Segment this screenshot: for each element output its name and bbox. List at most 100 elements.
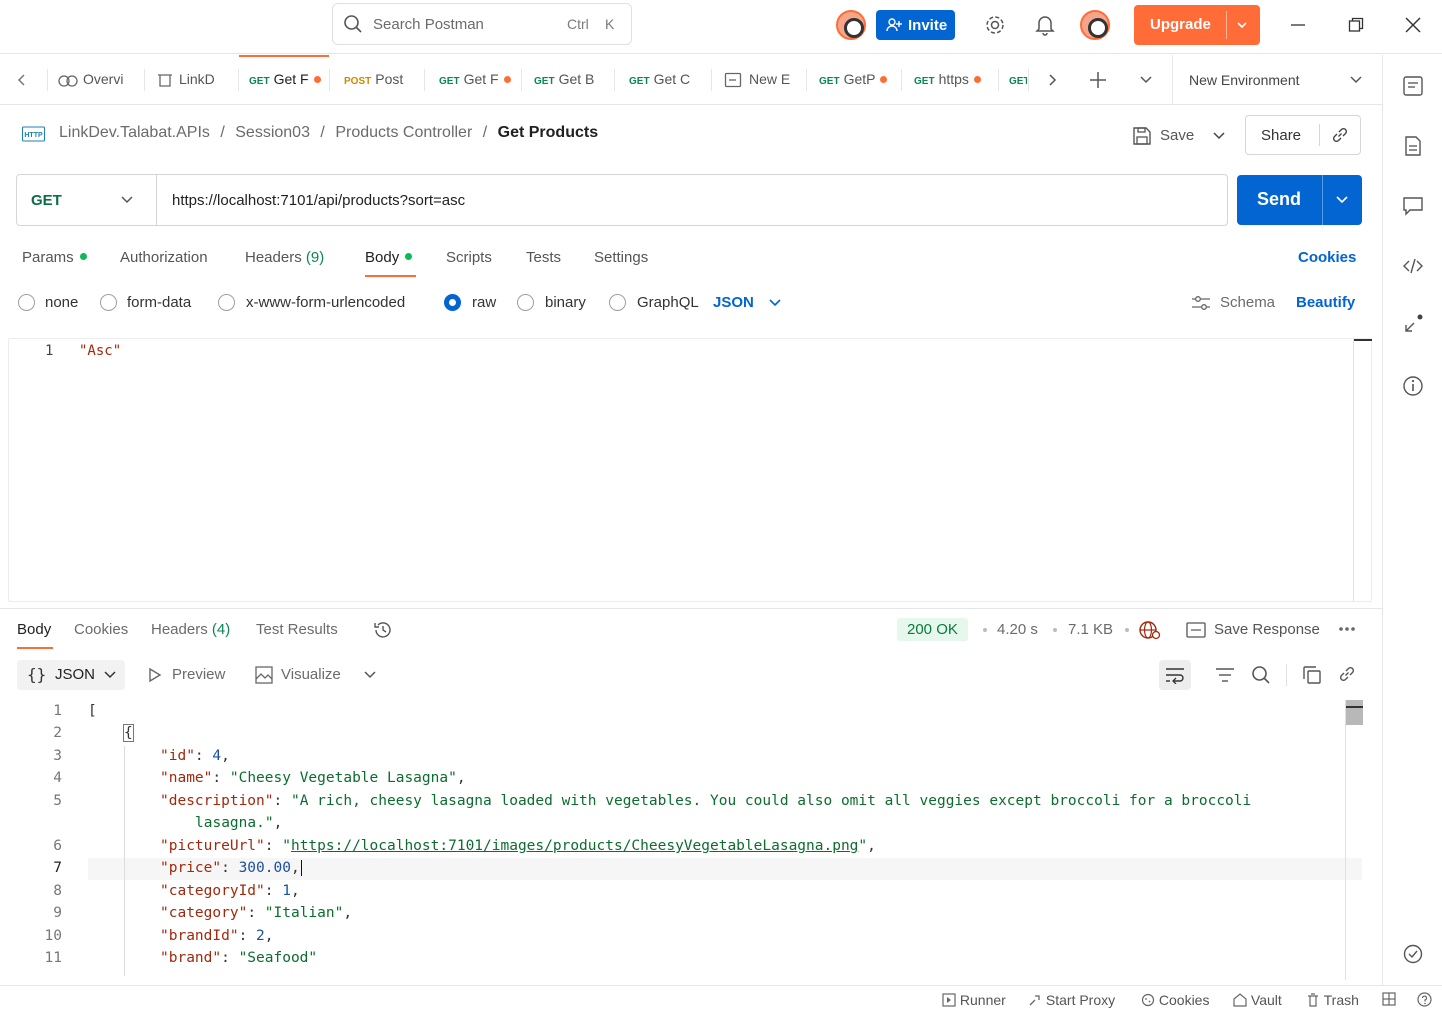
line-number: 8 xyxy=(53,883,62,899)
chevron-right-icon[interactable] xyxy=(1046,74,1058,86)
json-url-link[interactable]: https://localhost:7101/images/products/C… xyxy=(291,838,858,854)
tab-get-c[interactable]: GET Get C xyxy=(619,55,711,105)
shortcut-key: K xyxy=(605,16,615,32)
send-options-chevron-icon[interactable] xyxy=(1335,194,1349,206)
helper-icon[interactable] xyxy=(1402,943,1424,965)
document-icon[interactable] xyxy=(1402,135,1424,157)
tab-body[interactable]: Body xyxy=(365,249,413,266)
breadcrumb-item[interactable]: Products Controller xyxy=(335,124,472,141)
code-line: "brandId": 2, xyxy=(160,928,274,944)
radio-urlencoded[interactable] xyxy=(218,294,235,311)
share-button[interactable]: Share xyxy=(1261,127,1301,144)
invite-button[interactable]: Invite xyxy=(876,10,955,40)
restore-icon[interactable] xyxy=(1348,17,1364,33)
http-badge-icon: HTTP xyxy=(22,126,46,144)
schema-button[interactable]: Schema xyxy=(1220,294,1275,311)
tab-tests[interactable]: Tests xyxy=(526,249,561,266)
layout-grid-icon[interactable] xyxy=(1382,992,1396,1006)
cookies-link[interactable]: Cookies xyxy=(1298,249,1356,266)
runner-button[interactable]: Runner xyxy=(942,992,1006,1008)
environment-selector[interactable]: New Environment xyxy=(1173,55,1382,105)
tab-headers[interactable]: Headers (9) xyxy=(245,249,324,266)
send-button[interactable]: Send xyxy=(1237,175,1362,225)
wrap-lines-button[interactable] xyxy=(1159,660,1191,690)
method-selector[interactable]: GET xyxy=(17,175,157,225)
documentation-icon[interactable] xyxy=(1402,75,1424,97)
tab-get-f[interactable]: GET Get F xyxy=(429,55,521,105)
editor-scroll-thumb[interactable] xyxy=(1354,339,1372,341)
response-size[interactable]: 7.1 KB xyxy=(1068,621,1113,638)
response-tab-test-results[interactable]: Test Results xyxy=(256,621,338,638)
tab-params[interactable]: Params xyxy=(22,249,87,266)
upgrade-button[interactable]: Upgrade xyxy=(1134,5,1260,45)
save-button[interactable]: Save xyxy=(1130,120,1204,152)
tab-new-environment[interactable]: New E xyxy=(714,55,806,105)
tab-post[interactable]: POST Post xyxy=(334,55,424,105)
code-icon[interactable] xyxy=(1402,255,1424,277)
tab-https[interactable]: GET https xyxy=(904,55,998,105)
vault-button[interactable]: Vault xyxy=(1233,992,1282,1008)
tab-get-products[interactable]: GET Get F xyxy=(239,55,329,105)
trash-button[interactable]: Trash xyxy=(1306,992,1359,1008)
breadcrumb-item[interactable]: LinkDev.Talabat.APIs xyxy=(59,124,210,141)
chevron-down-icon[interactable] xyxy=(363,669,377,681)
editor-scrollbar[interactable] xyxy=(1353,339,1354,601)
radio-none[interactable] xyxy=(18,294,35,311)
link-icon[interactable] xyxy=(1331,126,1349,144)
help-icon[interactable] xyxy=(1417,992,1432,1007)
tab-authorization[interactable]: Authorization xyxy=(120,249,208,266)
request-body-editor[interactable]: 1 "Asc" xyxy=(8,338,1372,602)
view-mode-select[interactable]: {} JSON xyxy=(17,660,125,690)
response-body-viewer[interactable]: 1 2 3 4 5 6 7 8 9 10 11 [ { "id": 4, "na… xyxy=(0,700,1364,980)
visualize-button[interactable]: Visualize xyxy=(254,664,354,686)
response-tab-cookies[interactable]: Cookies xyxy=(74,621,128,638)
link-icon[interactable] xyxy=(1338,665,1356,683)
url-input[interactable]: https://localhost:7101/api/products?sort… xyxy=(172,192,465,209)
tab-collection[interactable]: LinkD xyxy=(145,55,238,105)
comments-icon[interactable] xyxy=(1402,195,1424,217)
tab-get-b[interactable]: GET Get B xyxy=(524,55,614,105)
related-collections-icon[interactable] xyxy=(1402,313,1424,335)
start-proxy-button[interactable]: Start Proxy xyxy=(1028,992,1115,1008)
gear-icon[interactable] xyxy=(984,14,1006,36)
tabs-dropdown-chevron-icon[interactable] xyxy=(1139,74,1153,86)
tab-get-truncated[interactable]: GET xyxy=(999,55,1027,105)
bell-icon[interactable] xyxy=(1035,14,1055,36)
breadcrumb-item[interactable]: Session03 xyxy=(235,124,310,141)
body-format-select[interactable]: JSON xyxy=(713,294,754,311)
tab-scripts[interactable]: Scripts xyxy=(446,249,492,266)
page-title[interactable]: Get Products xyxy=(498,124,598,141)
response-tab-headers[interactable]: Headers (4) xyxy=(151,621,230,638)
tab-getp[interactable]: GET GetP xyxy=(809,55,901,105)
response-scroll-thumb[interactable] xyxy=(1346,700,1363,725)
chevron-left-icon[interactable] xyxy=(16,74,28,86)
tab-settings[interactable]: Settings xyxy=(594,249,648,266)
search-box[interactable]: Search Postman Ctrl K xyxy=(332,3,632,45)
team-avatar-icon[interactable] xyxy=(836,10,866,40)
user-avatar[interactable] xyxy=(1080,10,1110,40)
close-icon[interactable] xyxy=(1405,17,1421,33)
preview-button[interactable]: Preview xyxy=(146,664,236,686)
radio-graphql[interactable] xyxy=(609,294,626,311)
radio-form-data[interactable] xyxy=(100,294,117,311)
save-response-button[interactable]: Save Response xyxy=(1184,618,1324,642)
copy-icon[interactable] xyxy=(1302,665,1322,685)
network-globe-icon[interactable] xyxy=(1139,620,1161,640)
radio-binary[interactable] xyxy=(517,294,534,311)
response-scrollbar[interactable] xyxy=(1345,700,1346,980)
response-tab-body[interactable]: Body xyxy=(17,621,51,638)
search-icon[interactable] xyxy=(1251,665,1271,685)
new-tab-plus-icon[interactable] xyxy=(1089,71,1107,89)
beautify-button[interactable]: Beautify xyxy=(1296,294,1355,311)
filter-icon[interactable] xyxy=(1215,666,1235,684)
response-time[interactable]: 4.20 s xyxy=(997,621,1038,638)
radio-raw[interactable] xyxy=(444,294,461,311)
cookies-button[interactable]: Cookies xyxy=(1141,992,1209,1008)
more-options-icon[interactable] xyxy=(1338,626,1356,632)
save-options-chevron-icon[interactable] xyxy=(1212,130,1226,142)
history-icon[interactable] xyxy=(373,620,393,640)
tab-overview[interactable]: Overvi xyxy=(48,55,144,105)
info-icon[interactable] xyxy=(1402,375,1424,397)
chevron-down-icon[interactable] xyxy=(768,297,782,309)
minimize-icon[interactable] xyxy=(1290,18,1306,34)
